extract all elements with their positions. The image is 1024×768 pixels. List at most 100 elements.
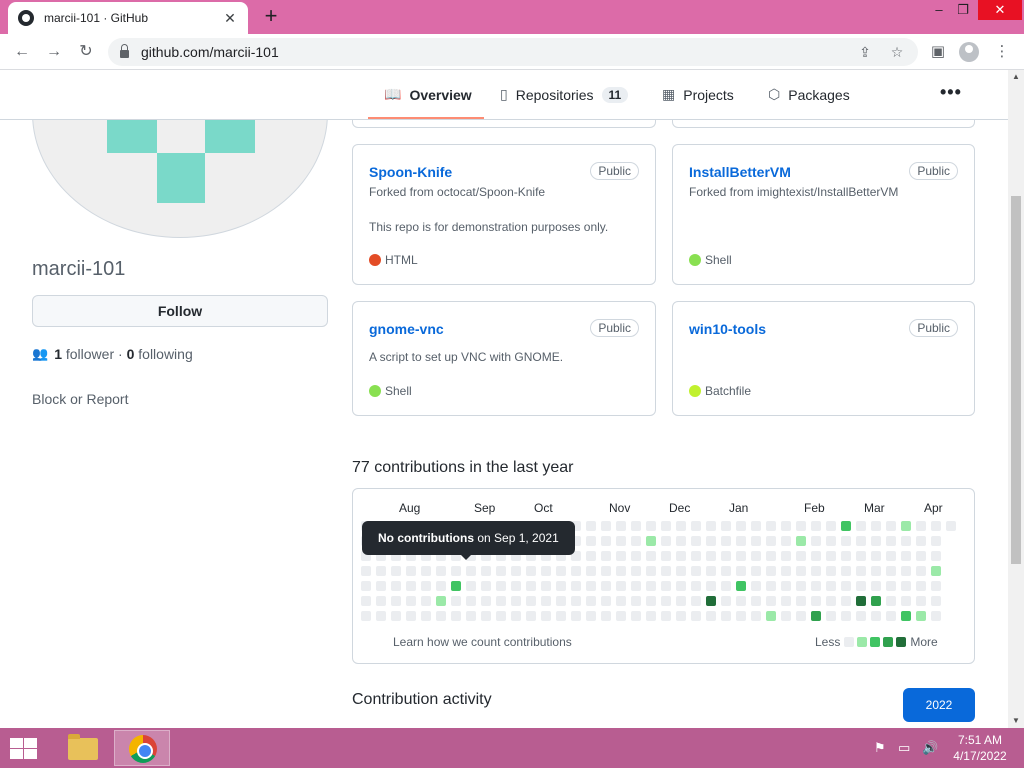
contribution-day[interactable] xyxy=(436,581,446,591)
contribution-day[interactable] xyxy=(391,596,401,606)
contribution-day[interactable] xyxy=(871,611,881,621)
contribution-day[interactable] xyxy=(841,581,851,591)
contribution-day[interactable] xyxy=(586,521,596,531)
contribution-day[interactable] xyxy=(706,566,716,576)
contribution-day[interactable] xyxy=(931,521,941,531)
contribution-day[interactable] xyxy=(586,551,596,561)
contribution-day[interactable] xyxy=(931,596,941,606)
contribution-day[interactable] xyxy=(646,521,656,531)
tab-projects[interactable]: ▦ Projects xyxy=(662,86,734,103)
contribution-day[interactable] xyxy=(676,581,686,591)
contribution-day[interactable] xyxy=(736,551,746,561)
file-explorer-icon[interactable] xyxy=(54,730,110,766)
contribution-day[interactable] xyxy=(901,596,911,606)
more-menu-button[interactable]: ••• xyxy=(940,82,962,103)
contribution-day[interactable] xyxy=(466,581,476,591)
contribution-day[interactable] xyxy=(826,596,836,606)
contribution-day[interactable] xyxy=(661,596,671,606)
follow-button[interactable]: Follow xyxy=(32,295,328,327)
forward-icon[interactable]: → xyxy=(44,42,64,62)
lock-icon[interactable] xyxy=(120,44,129,58)
contribution-day[interactable] xyxy=(826,536,836,546)
contribution-day[interactable] xyxy=(511,581,521,591)
url-text[interactable]: github.com/marcii-101 xyxy=(141,44,842,60)
contribution-day[interactable] xyxy=(931,536,941,546)
contribution-day[interactable] xyxy=(391,566,401,576)
new-tab-button[interactable]: + xyxy=(260,4,282,28)
contribution-day[interactable] xyxy=(511,611,521,621)
contribution-day[interactable] xyxy=(736,521,746,531)
contribution-day[interactable] xyxy=(586,596,596,606)
following-label[interactable]: following xyxy=(138,346,192,362)
contribution-day[interactable] xyxy=(856,581,866,591)
contribution-day[interactable] xyxy=(706,596,716,606)
contribution-day[interactable] xyxy=(736,566,746,576)
contribution-day[interactable] xyxy=(616,551,626,561)
contribution-day[interactable] xyxy=(421,611,431,621)
contribution-day[interactable] xyxy=(481,581,491,591)
contribution-day[interactable] xyxy=(751,521,761,531)
contribution-day[interactable] xyxy=(691,596,701,606)
contribution-day[interactable] xyxy=(646,566,656,576)
contribution-day[interactable] xyxy=(691,611,701,621)
repo-name[interactable]: gnome-vnc xyxy=(369,321,444,337)
contribution-day[interactable] xyxy=(841,536,851,546)
contribution-day[interactable] xyxy=(781,551,791,561)
contribution-day[interactable] xyxy=(601,536,611,546)
contribution-day[interactable] xyxy=(451,566,461,576)
contribution-day[interactable] xyxy=(376,566,386,576)
contribution-day[interactable] xyxy=(361,566,371,576)
contribution-day[interactable] xyxy=(361,581,371,591)
contribution-day[interactable] xyxy=(766,521,776,531)
contribution-day[interactable] xyxy=(661,611,671,621)
contribution-day[interactable] xyxy=(436,611,446,621)
contribution-day[interactable] xyxy=(646,611,656,621)
network-icon[interactable]: ▭ xyxy=(898,740,910,756)
tab-overview[interactable]: 📖 Overview xyxy=(384,86,472,103)
contribution-day[interactable] xyxy=(901,521,911,531)
contribution-day[interactable] xyxy=(901,536,911,546)
contribution-day[interactable] xyxy=(586,581,596,591)
contribution-day[interactable] xyxy=(466,566,476,576)
contribution-day[interactable] xyxy=(556,566,566,576)
contribution-day[interactable] xyxy=(631,611,641,621)
contribution-day[interactable] xyxy=(496,581,506,591)
contribution-day[interactable] xyxy=(616,596,626,606)
contribution-day[interactable] xyxy=(421,566,431,576)
contribution-day[interactable] xyxy=(406,566,416,576)
windows-start-icon[interactable] xyxy=(8,736,38,760)
contribution-day[interactable] xyxy=(571,611,581,621)
contribution-day[interactable] xyxy=(931,581,941,591)
contribution-day[interactable] xyxy=(556,581,566,591)
contribution-day[interactable] xyxy=(541,581,551,591)
flag-icon[interactable]: ⚑ xyxy=(874,740,886,756)
contribution-day[interactable] xyxy=(646,581,656,591)
contribution-day[interactable] xyxy=(526,596,536,606)
contribution-day[interactable] xyxy=(826,551,836,561)
contribution-day[interactable] xyxy=(766,566,776,576)
contribution-day[interactable] xyxy=(706,536,716,546)
profile-icon[interactable] xyxy=(959,42,979,62)
contribution-day[interactable] xyxy=(601,611,611,621)
contribution-day[interactable] xyxy=(451,596,461,606)
contribution-day[interactable] xyxy=(421,596,431,606)
contribution-day[interactable] xyxy=(601,566,611,576)
contribution-day[interactable] xyxy=(481,596,491,606)
contribution-day[interactable] xyxy=(721,611,731,621)
contribution-day[interactable] xyxy=(481,566,491,576)
contribution-day[interactable] xyxy=(811,611,821,621)
contribution-day[interactable] xyxy=(646,536,656,546)
contribution-day[interactable] xyxy=(841,596,851,606)
contribution-day[interactable] xyxy=(661,536,671,546)
repo-name[interactable]: Spoon-Knife xyxy=(369,164,452,180)
contribution-day[interactable] xyxy=(901,581,911,591)
contribution-day[interactable] xyxy=(796,566,806,576)
contribution-day[interactable] xyxy=(781,536,791,546)
scroll-up-icon[interactable]: ▲ xyxy=(1008,70,1024,84)
contribution-day[interactable] xyxy=(811,581,821,591)
contribution-day[interactable] xyxy=(661,566,671,576)
scroll-thumb[interactable] xyxy=(1011,196,1021,564)
contribution-day[interactable] xyxy=(646,596,656,606)
contribution-day[interactable] xyxy=(886,536,896,546)
contribution-day[interactable] xyxy=(781,581,791,591)
